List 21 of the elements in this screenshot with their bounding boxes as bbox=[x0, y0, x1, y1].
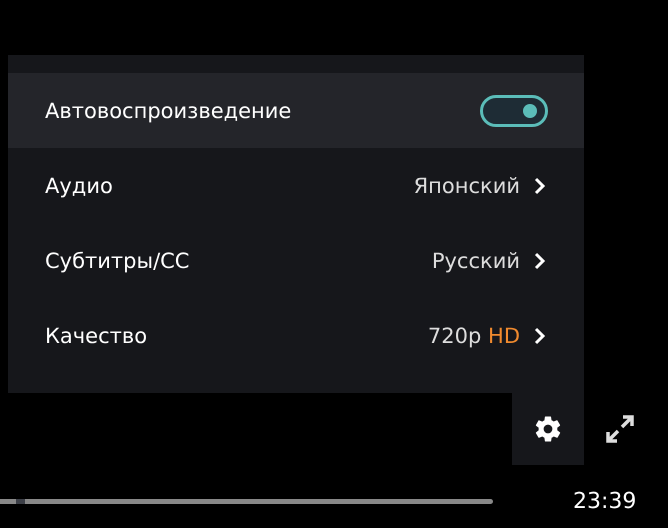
chevron-right-icon bbox=[534, 176, 546, 194]
menu-label: Автовоспроизведение bbox=[45, 98, 292, 122]
chevron-right-icon bbox=[534, 326, 546, 344]
menu-item[interactable]: Субтитры/CC Русский bbox=[8, 223, 584, 298]
menu-label: Аудио bbox=[45, 174, 114, 198]
settings-icon bbox=[533, 414, 563, 444]
fullscreen-button[interactable] bbox=[604, 413, 636, 445]
toggle-switch[interactable] bbox=[480, 94, 548, 126]
progress-thumb[interactable] bbox=[16, 499, 25, 504]
settings-button[interactable] bbox=[512, 393, 584, 465]
fullscreen-icon bbox=[604, 413, 636, 445]
menu-label: Качество bbox=[45, 324, 148, 348]
menu-item[interactable]: Автовоспроизведение bbox=[8, 73, 584, 148]
menu-value: 720p HD bbox=[428, 324, 520, 348]
menu-value: Японский bbox=[414, 174, 520, 198]
time-display: 23:39 bbox=[573, 489, 636, 514]
menu-item[interactable]: Качество 720p HD bbox=[8, 298, 584, 373]
menu-value: Русский bbox=[432, 248, 520, 272]
chevron-right-icon bbox=[534, 252, 546, 270]
menu-item[interactable]: Аудио Японский bbox=[8, 148, 584, 223]
menu-label: Субтитры/CC bbox=[45, 248, 190, 272]
